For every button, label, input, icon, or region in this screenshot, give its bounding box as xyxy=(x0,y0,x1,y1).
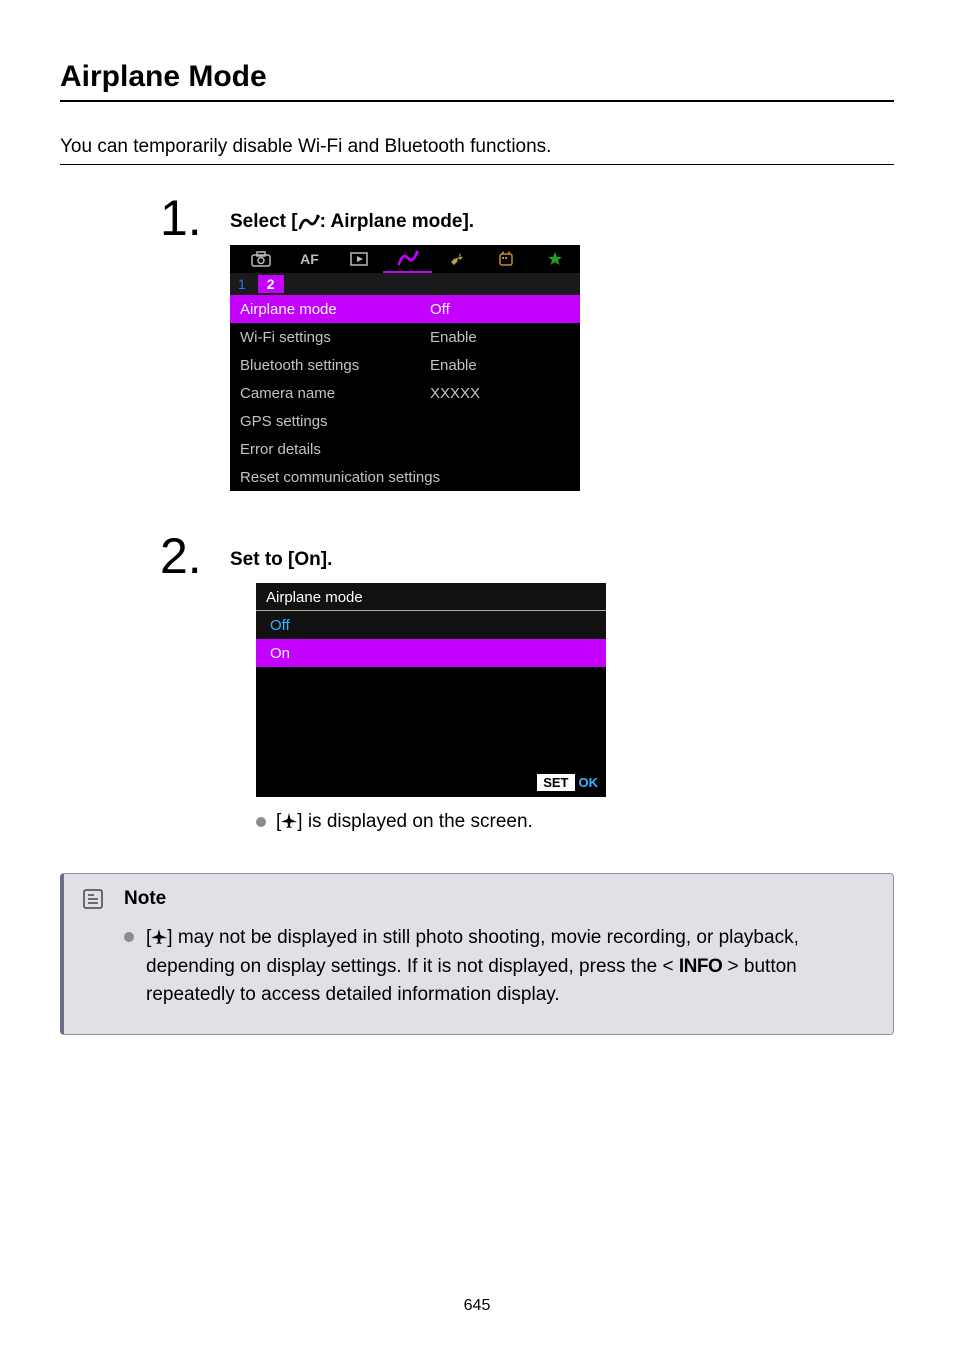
camera-menu-screen-1: AF 1 2 Airplane mode Off xyxy=(230,245,580,491)
menu-item-wifi-settings[interactable]: Wi-Fi settings Enable xyxy=(230,323,580,351)
menu-item-reset-comm[interactable]: Reset communication settings xyxy=(230,463,580,491)
menu-item-value: Off xyxy=(430,301,450,318)
step-1-title-suffix: : Airplane mode]. xyxy=(320,211,474,232)
menu-item-airplane-mode[interactable]: Airplane mode Off xyxy=(230,295,580,323)
tab-wrench-icon[interactable] xyxy=(432,245,481,273)
menu-item-label: Error details xyxy=(240,441,430,458)
bullet-icon xyxy=(256,817,266,827)
menu-item-gps-settings[interactable]: GPS settings xyxy=(230,407,580,435)
heading-rule xyxy=(60,100,894,102)
tab-wireless-icon[interactable] xyxy=(383,245,432,273)
note-icon xyxy=(82,888,104,915)
note-text: [] may not be displayed in still photo s… xyxy=(146,924,869,1010)
dialog-option-off[interactable]: Off xyxy=(256,611,606,639)
dialog-blank-area xyxy=(256,667,606,767)
set-button[interactable]: SET xyxy=(537,774,574,791)
menu-item-label: Bluetooth settings xyxy=(240,357,430,374)
menu-page-2[interactable]: 2 xyxy=(258,275,284,293)
menu-page-1[interactable]: 1 xyxy=(238,276,246,292)
step-1-title-prefix: Select [ xyxy=(230,211,298,232)
camera-menu-screen-2: Airplane mode Off On SET OK xyxy=(256,583,606,797)
tab-play-icon[interactable] xyxy=(334,245,383,273)
menu-item-error-details[interactable]: Error details xyxy=(230,435,580,463)
menu-item-label: Airplane mode xyxy=(240,301,430,318)
page-number: 645 xyxy=(0,1297,954,1315)
step-2-result: [] is displayed on the screen. xyxy=(256,811,894,833)
page-title: Airplane Mode xyxy=(60,60,894,94)
note-box: Note [] may not be displayed in still ph… xyxy=(60,873,894,1035)
menu-item-value: Enable xyxy=(430,357,477,374)
tab-af-label[interactable]: AF xyxy=(285,245,334,273)
menu-item-camera-name[interactable]: Camera name XXXXX xyxy=(230,379,580,407)
step-1-number: 1. xyxy=(160,193,230,243)
menu-tab-row: AF xyxy=(230,245,580,273)
menu-item-value: XXXXX xyxy=(430,385,480,402)
menu-page-row: 1 2 xyxy=(230,273,580,295)
step-2-title: Set to [On]. xyxy=(230,549,894,571)
airplane-icon xyxy=(151,929,167,945)
result-text: [] is displayed on the screen. xyxy=(276,811,533,833)
menu-item-label: Camera name xyxy=(240,385,430,402)
tab-camera-icon[interactable] xyxy=(236,245,285,273)
dialog-footer: SET OK xyxy=(256,767,606,797)
menu-item-bluetooth-settings[interactable]: Bluetooth settings Enable xyxy=(230,351,580,379)
wireless-icon xyxy=(298,214,320,230)
intro-text: You can temporarily disable Wi-Fi and Bl… xyxy=(60,136,894,158)
step-2: 2. Set to [On]. Airplane mode Off On SET… xyxy=(160,531,894,833)
intro-rule xyxy=(60,164,894,165)
tab-star-icon[interactable] xyxy=(530,245,579,273)
airplane-icon xyxy=(281,813,297,829)
step-1-title: Select [ : Airplane mode]. xyxy=(230,211,894,233)
step-2-number: 2. xyxy=(160,531,230,581)
menu-item-label: Reset communication settings xyxy=(240,469,570,486)
bullet-icon xyxy=(124,932,134,942)
ok-label: OK xyxy=(579,775,599,790)
dialog-header: Airplane mode xyxy=(256,583,606,611)
info-button-label: INFO xyxy=(679,956,722,977)
menu-item-label: GPS settings xyxy=(240,413,430,430)
tab-custom-icon[interactable] xyxy=(481,245,530,273)
dialog-option-on[interactable]: On xyxy=(256,639,606,667)
menu-item-value: Enable xyxy=(430,329,477,346)
note-heading: Note xyxy=(124,888,869,910)
result-text-tail: ] is displayed on the screen. xyxy=(297,811,533,832)
menu-item-label: Wi-Fi settings xyxy=(240,329,430,346)
step-1: 1. Select [ : Airplane mode]. AF 1 2 xyxy=(160,193,894,491)
note-content: [] may not be displayed in still photo s… xyxy=(124,924,869,1010)
